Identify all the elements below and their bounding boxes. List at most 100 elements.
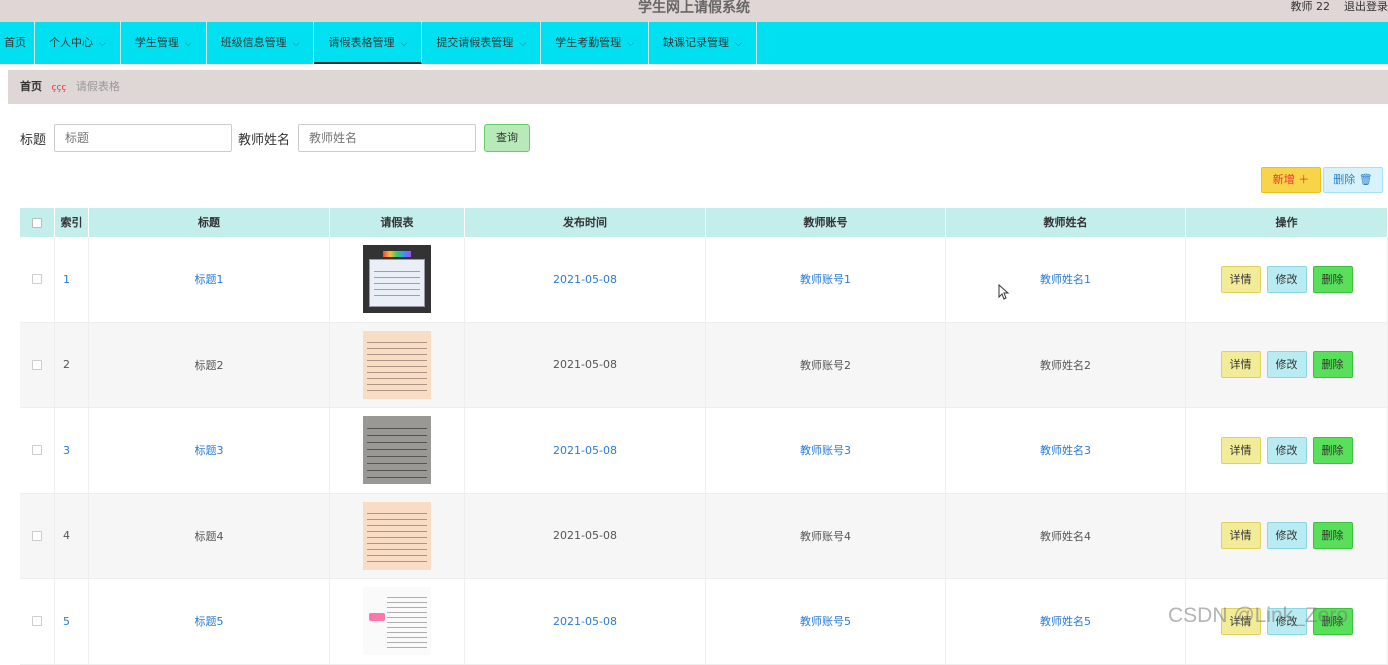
nav-item-label: 学生考勤管理: [555, 36, 622, 49]
row-teacher-account: 教师账号4: [706, 493, 946, 578]
row-actions: 详情 修改 删除: [1186, 322, 1388, 407]
row-checkbox-cell: [20, 408, 55, 493]
nav-item-student-management[interactable]: 学生管理 ⌵: [121, 22, 207, 64]
breadcrumb: 首页 ççç 请假表格: [8, 70, 1388, 104]
edit-button[interactable]: 修改: [1266, 522, 1307, 550]
watermark: CSDN @Link_Zero: [1168, 604, 1349, 627]
column-header-title: 标题: [89, 208, 330, 237]
delete-button[interactable]: 删除: [1312, 522, 1353, 550]
nav-item-label: 请假表格管理: [328, 36, 395, 49]
teacher-name-label: 教师姓名: [238, 132, 291, 148]
row-date: 2021-05-08: [465, 322, 706, 407]
delete-button[interactable]: 删除: [1312, 436, 1353, 464]
leave-form-image[interactable]: [363, 245, 431, 314]
row-title: 标题4: [89, 493, 330, 578]
select-all-checkbox[interactable]: [32, 217, 42, 228]
row-teacher-account: 教师账号2: [706, 322, 946, 407]
column-header-leave-form: 请假表: [330, 208, 465, 237]
top-header: 学生网上请假系统 教师 22 退出登录: [0, 0, 1388, 22]
nav-item-label: 缺课记录管理: [662, 36, 729, 49]
table-header: 索引 标题 请假表 发布时间 教师账号 教师姓名 操作: [20, 208, 1388, 237]
row-index: 5: [55, 579, 89, 664]
row-teacher-name: 教师姓名3: [946, 408, 1186, 493]
row-teacher-name: 教师姓名4: [946, 493, 1186, 578]
table-row: 4 标题4 2021-05-08 教师账号4 教师姓名4 详情 修改 删除: [20, 493, 1388, 579]
main-nav: 首页 个人中心 ⌵ 学生管理 ⌵ 班级信息管理 ⌵ 请假表格管理 ⌵ 提交请假表管理 ⌵ …: [0, 22, 1388, 64]
nav-item-label: 提交请假表管理: [436, 36, 514, 49]
edit-button[interactable]: 修改: [1266, 436, 1307, 464]
row-checkbox[interactable]: [32, 274, 42, 285]
row-date: 2021-05-08: [465, 579, 706, 664]
row-date: 2021-05-08: [465, 237, 706, 322]
nav-item-personal-center[interactable]: 个人中心 ⌵: [35, 22, 121, 64]
chevron-down-icon: ⌵: [734, 39, 742, 49]
batch-delete-button[interactable]: 删除 🗑: [1323, 167, 1383, 193]
chevron-down-icon: ⌵: [184, 39, 192, 49]
row-checkbox[interactable]: [32, 359, 42, 370]
chevron-down-icon: ⌵: [400, 39, 408, 49]
edit-button[interactable]: 修改: [1266, 351, 1307, 379]
row-teacher-account: 教师账号1: [706, 237, 946, 322]
breadcrumb-separator: ççç: [51, 83, 67, 93]
row-checkbox[interactable]: [32, 445, 42, 456]
chevron-down-icon: ⌵: [627, 39, 634, 49]
column-header-actions: 操作: [1186, 208, 1388, 237]
row-teacher-name: 教师姓名5: [946, 579, 1186, 664]
column-header-index: 索引: [55, 208, 89, 237]
app-title: 学生网上请假系统: [638, 0, 750, 16]
breadcrumb-current: 请假表格: [75, 80, 120, 93]
table-row: 2 标题2 2021-05-08 教师账号2 教师姓名2 详情 修改 删除: [20, 322, 1388, 408]
row-title: 标题3: [89, 408, 330, 493]
nav-item-submitted-leave[interactable]: 提交请假表管理 ⌵: [422, 22, 542, 64]
row-teacher-account: 教师账号3: [706, 408, 946, 493]
leave-form-image[interactable]: [363, 330, 431, 399]
chevron-down-icon: ⌵: [519, 39, 527, 49]
chevron-down-icon: ⌵: [99, 39, 106, 49]
row-teacher-name: 教师姓名2: [946, 322, 1186, 407]
teacher-name-search-input[interactable]: [298, 124, 477, 152]
row-index: 1: [55, 237, 89, 322]
detail-button[interactable]: 详情: [1220, 265, 1261, 293]
add-button[interactable]: 新增 ＋: [1261, 167, 1321, 193]
leave-form-image[interactable]: [363, 416, 431, 485]
nav-item-label: 班级信息管理: [220, 36, 287, 49]
detail-button[interactable]: 详情: [1220, 436, 1261, 464]
query-button[interactable]: 查询: [484, 124, 531, 152]
nav-item-absence-records[interactable]: 缺课记录管理 ⌵: [649, 22, 757, 64]
row-checkbox-cell: [20, 493, 55, 578]
delete-button[interactable]: 删除: [1312, 265, 1353, 293]
leave-form-image[interactable]: [363, 587, 431, 656]
row-teacher-account: 教师账号5: [706, 579, 946, 664]
edit-button[interactable]: 修改: [1266, 265, 1307, 293]
row-actions: 详情 修改 删除: [1186, 237, 1388, 322]
nav-item-attendance[interactable]: 学生考勤管理 ⌵: [541, 22, 649, 64]
breadcrumb-home[interactable]: 首页: [20, 80, 42, 93]
row-checkbox[interactable]: [32, 530, 42, 541]
select-all-cell: [20, 208, 55, 237]
nav-item-label: 学生管理: [134, 36, 179, 49]
row-date: 2021-05-08: [465, 493, 706, 578]
nav-item-home[interactable]: 首页: [0, 22, 35, 64]
delete-button[interactable]: 删除: [1312, 351, 1353, 379]
title-search-input[interactable]: [54, 124, 233, 152]
leave-form-image[interactable]: [363, 501, 431, 570]
nav-item-leave-forms[interactable]: 请假表格管理 ⌵: [314, 22, 423, 64]
logout-link[interactable]: 退出登录: [1344, 0, 1388, 14]
detail-button[interactable]: 详情: [1220, 351, 1261, 379]
row-leave-form-cell: [330, 579, 465, 664]
nav-item-label: 个人中心: [49, 36, 93, 49]
row-index: 3: [55, 408, 89, 493]
row-leave-form-cell: [330, 322, 465, 407]
table-row: 1 标题1 2021-05-08 教师账号1 教师姓名1 详情 修改 删除: [20, 237, 1388, 323]
row-leave-form-cell: [330, 493, 465, 578]
row-actions: 详情 修改 删除: [1186, 408, 1388, 493]
current-user: 教师 22: [1290, 0, 1331, 13]
row-checkbox[interactable]: [32, 616, 42, 627]
row-date: 2021-05-08: [465, 408, 706, 493]
nav-item-class-info[interactable]: 班级信息管理 ⌵: [207, 22, 315, 64]
column-header-teacher-account: 教师账号: [706, 208, 946, 237]
row-checkbox-cell: [20, 322, 55, 407]
mouse-cursor-icon: [998, 284, 1010, 300]
chevron-down-icon: ⌵: [292, 39, 300, 49]
detail-button[interactable]: 详情: [1220, 522, 1261, 550]
